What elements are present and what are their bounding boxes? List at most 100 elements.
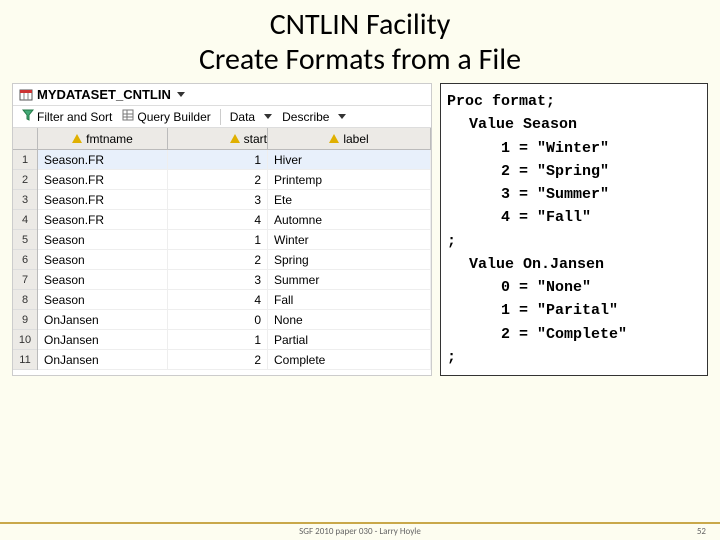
- table-row[interactable]: Season.FR2Printemp: [38, 170, 431, 190]
- row-number-header: [13, 128, 37, 150]
- row-number-column: 1234567891011: [13, 128, 38, 370]
- slide-footer: SGF 2010 paper 030 - Larry Hoyle 52: [0, 526, 720, 537]
- row-number[interactable]: 2: [13, 170, 37, 190]
- table-row[interactable]: Season1Winter: [38, 230, 431, 250]
- row-number[interactable]: 10: [13, 330, 37, 350]
- cell-label: Fall: [268, 290, 431, 309]
- cell-start: 3: [168, 270, 268, 289]
- grid-icon: [122, 109, 134, 124]
- dataset-header[interactable]: MYDATASET_CNTLIN: [13, 84, 431, 106]
- cell-fmtname: Season.FR: [38, 190, 168, 209]
- cell-fmtname: Season: [38, 250, 168, 269]
- cell-fmtname: OnJansen: [38, 330, 168, 349]
- row-number[interactable]: 5: [13, 230, 37, 250]
- code-line: 0 = "None": [447, 276, 701, 299]
- col-start-label: start: [244, 132, 267, 146]
- query-builder-label: Query Builder: [137, 110, 210, 124]
- title-line-2: Create Formats from a File: [199, 41, 521, 78]
- col-fmtname-label: fmtname: [86, 132, 133, 146]
- code-line: ;: [447, 346, 701, 369]
- code-line: Proc format;: [447, 90, 701, 113]
- cell-label: Complete: [268, 350, 431, 369]
- col-label-label: label: [343, 132, 368, 146]
- slide-title: CNTLIN Facility Create Formats from a Fi…: [0, 0, 720, 83]
- cell-label: Summer: [268, 270, 431, 289]
- warning-icon: [72, 134, 82, 143]
- chevron-down-icon[interactable]: [177, 92, 185, 97]
- table-row[interactable]: Season.FR3Ete: [38, 190, 431, 210]
- chevron-down-icon: [338, 114, 346, 119]
- grid-header-row: fmtname start label: [38, 128, 431, 150]
- row-number[interactable]: 4: [13, 210, 37, 230]
- cell-start: 1: [168, 330, 268, 349]
- cell-label: Printemp: [268, 170, 431, 189]
- footer-page-number: 52: [676, 526, 706, 537]
- column-header-label[interactable]: label: [268, 128, 431, 149]
- table-row[interactable]: OnJansen2Complete: [38, 350, 431, 370]
- row-number[interactable]: 6: [13, 250, 37, 270]
- cell-label: Partial: [268, 330, 431, 349]
- row-number[interactable]: 7: [13, 270, 37, 290]
- table-row[interactable]: Season.FR4Automne: [38, 210, 431, 230]
- code-line: 1 = "Winter": [447, 137, 701, 160]
- data-grid: fmtname start label Season.FR1HiverSeaso…: [38, 128, 431, 370]
- cell-fmtname: OnJansen: [38, 310, 168, 329]
- cell-start: 2: [168, 170, 268, 189]
- cell-fmtname: Season: [38, 270, 168, 289]
- cell-start: 1: [168, 230, 268, 249]
- table-row[interactable]: OnJansen1Partial: [38, 330, 431, 350]
- data-menu[interactable]: Data: [227, 109, 275, 125]
- table-row[interactable]: Season2Spring: [38, 250, 431, 270]
- cell-start: 1: [168, 150, 268, 169]
- describe-menu-label: Describe: [282, 110, 329, 124]
- cell-fmtname: Season: [38, 290, 168, 309]
- footer-credit: SGF 2010 paper 030 - Larry Hoyle: [44, 526, 676, 537]
- warning-icon: [230, 134, 240, 143]
- table-row[interactable]: Season3Summer: [38, 270, 431, 290]
- cell-fmtname: OnJansen: [38, 350, 168, 369]
- row-number[interactable]: 3: [13, 190, 37, 210]
- code-line: 2 = "Spring": [447, 160, 701, 183]
- cell-start: 2: [168, 250, 268, 269]
- code-line: Value Season: [447, 113, 701, 136]
- cell-label: Ete: [268, 190, 431, 209]
- title-line-1: CNTLIN Facility: [270, 6, 451, 43]
- cell-fmtname: Season: [38, 230, 168, 249]
- cell-label: Spring: [268, 250, 431, 269]
- row-number[interactable]: 9: [13, 310, 37, 330]
- table-row[interactable]: Season4Fall: [38, 290, 431, 310]
- column-header-start[interactable]: start: [168, 128, 268, 149]
- cell-label: Hiver: [268, 150, 431, 169]
- grid-body: Season.FR1HiverSeason.FR2PrintempSeason.…: [38, 150, 431, 370]
- data-grid-panel: MYDATASET_CNTLIN Filter and Sort Query B…: [12, 83, 432, 376]
- filter-icon: [22, 109, 34, 124]
- row-number[interactable]: 1: [13, 150, 37, 170]
- describe-menu[interactable]: Describe: [279, 109, 349, 125]
- table-icon: [19, 88, 33, 102]
- dataset-name: MYDATASET_CNTLIN: [37, 87, 171, 102]
- cell-fmtname: Season.FR: [38, 210, 168, 229]
- cell-start: 2: [168, 350, 268, 369]
- cell-start: 4: [168, 290, 268, 309]
- table-row[interactable]: OnJansen0None: [38, 310, 431, 330]
- filter-sort-label: Filter and Sort: [37, 110, 112, 124]
- data-menu-label: Data: [230, 110, 255, 124]
- code-line: 1 = "Parital": [447, 299, 701, 322]
- cell-start: 0: [168, 310, 268, 329]
- cell-fmtname: Season.FR: [38, 150, 168, 169]
- column-header-fmtname[interactable]: fmtname: [38, 128, 168, 149]
- grid-toolbar: Filter and Sort Query Builder Data Descr…: [13, 106, 431, 128]
- table-row[interactable]: Season.FR1Hiver: [38, 150, 431, 170]
- cell-label: None: [268, 310, 431, 329]
- row-number[interactable]: 11: [13, 350, 37, 370]
- cell-start: 3: [168, 190, 268, 209]
- row-number[interactable]: 8: [13, 290, 37, 310]
- warning-icon: [329, 134, 339, 143]
- accent-bar: [0, 522, 720, 524]
- chevron-down-icon: [264, 114, 272, 119]
- filter-sort-button[interactable]: Filter and Sort: [19, 108, 115, 125]
- cell-fmtname: Season.FR: [38, 170, 168, 189]
- code-line: 3 = "Summer": [447, 183, 701, 206]
- toolbar-divider: [220, 109, 221, 125]
- query-builder-button[interactable]: Query Builder: [119, 108, 213, 125]
